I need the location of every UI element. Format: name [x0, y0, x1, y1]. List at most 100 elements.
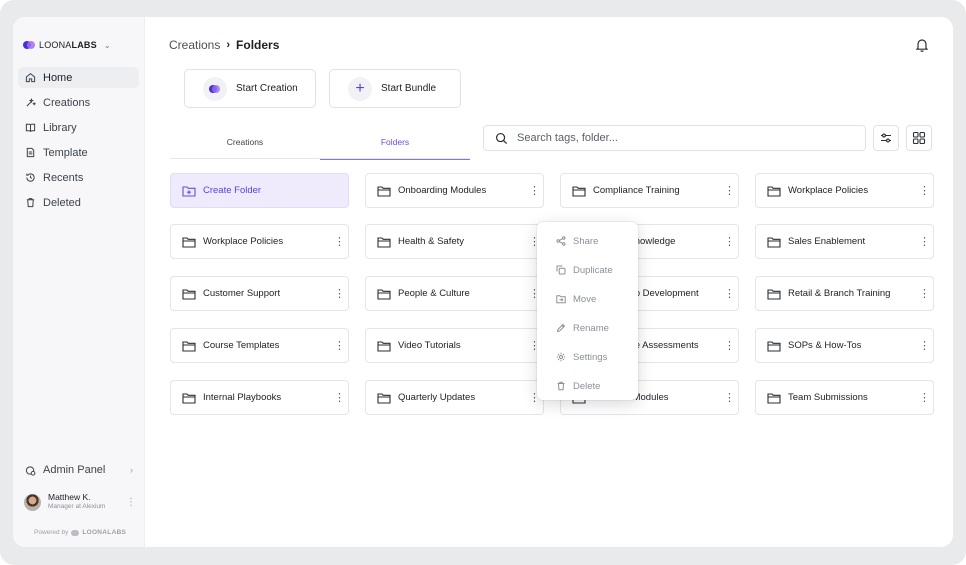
- more-vertical-icon[interactable]: ⋮: [919, 288, 930, 299]
- grid-view-button[interactable]: [906, 125, 932, 151]
- folder-card[interactable]: Video Tutorials ⋮: [365, 328, 544, 363]
- folder-name: Course Templates: [203, 340, 280, 351]
- more-vertical-icon[interactable]: ⋮: [334, 288, 345, 299]
- folder-card[interactable]: Compliance Training ⋮: [560, 173, 739, 208]
- breadcrumb-root[interactable]: Creations: [169, 38, 220, 52]
- grid-icon: [912, 131, 926, 145]
- logo-mark-icon: [23, 40, 35, 50]
- more-vertical-icon[interactable]: ⋮: [724, 392, 735, 403]
- tab-creations[interactable]: Creations: [170, 125, 320, 159]
- folder-icon: [182, 236, 196, 248]
- chevron-down-icon: ⌄: [103, 40, 111, 50]
- menu-item-label: Settings: [573, 351, 608, 363]
- more-vertical-icon[interactable]: ⋮: [529, 185, 540, 196]
- view-tabs: Creations Folders: [170, 125, 470, 160]
- more-vertical-icon[interactable]: ⋮: [724, 288, 735, 299]
- folder-name: Quarterly Updates: [398, 392, 476, 403]
- trash-icon: [557, 381, 565, 391]
- folder-card[interactable]: SOPs & How-Tos ⋮: [755, 328, 934, 363]
- brand-logo[interactable]: LOONALABS ⌄: [23, 39, 111, 51]
- folder-icon: [377, 236, 391, 248]
- folder-icon: [182, 340, 196, 352]
- more-vertical-icon[interactable]: ⋮: [529, 236, 540, 247]
- sidebar-nav: Home Creations Library Template Recents …: [18, 67, 139, 217]
- menu-item-label: Share: [573, 235, 599, 247]
- folder-icon: [377, 288, 391, 300]
- more-vertical-icon[interactable]: ⋮: [334, 236, 345, 247]
- sidebar-item-label: Template: [43, 146, 88, 159]
- create-folder-button[interactable]: Create Folder: [170, 173, 349, 208]
- more-vertical-icon[interactable]: ⋮: [334, 392, 345, 403]
- menu-item-rename[interactable]: Rename: [537, 318, 638, 338]
- folder-icon: [767, 392, 781, 404]
- folder-name: Workplace Policies: [203, 236, 284, 247]
- folder-card[interactable]: Customer Support ⋮: [170, 276, 349, 311]
- more-vertical-icon[interactable]: ⋮: [126, 497, 136, 508]
- more-vertical-icon[interactable]: ⋮: [919, 392, 930, 403]
- more-vertical-icon[interactable]: ⋮: [529, 340, 540, 351]
- more-vertical-icon[interactable]: ⋮: [919, 340, 930, 351]
- sidebar-item-recents[interactable]: Recents: [18, 167, 139, 188]
- menu-item-share[interactable]: Share: [537, 231, 638, 251]
- more-vertical-icon[interactable]: ⋮: [334, 340, 345, 351]
- folder-icon: [377, 392, 391, 404]
- menu-item-duplicate[interactable]: Duplicate: [537, 260, 638, 280]
- menu-item-label: Delete: [573, 380, 601, 392]
- pencil-icon: [556, 323, 566, 333]
- folder-name: Sales Enablement: [788, 236, 866, 247]
- folder-card[interactable]: Team Submissions ⋮: [755, 380, 934, 415]
- sidebar-item-label: Library: [43, 121, 77, 134]
- folder-card[interactable]: People & Culture ⋮: [365, 276, 544, 311]
- more-vertical-icon[interactable]: ⋮: [529, 392, 540, 403]
- folder-card[interactable]: Course Templates ⋮: [170, 328, 349, 363]
- folder-name: Internal Playbooks: [203, 392, 282, 403]
- sidebar-item-creations[interactable]: Creations: [18, 92, 139, 113]
- tab-folders[interactable]: Folders: [320, 125, 470, 160]
- sidebar-item-deleted[interactable]: Deleted: [18, 192, 139, 213]
- user-role: Manager at Alexium: [48, 503, 106, 510]
- sidebar-item-template[interactable]: Template: [18, 142, 139, 163]
- folder-card[interactable]: Retail & Branch Training ⋮: [755, 276, 934, 311]
- menu-item-label: Duplicate: [573, 264, 613, 276]
- start-bundle-label: Start Bundle: [381, 83, 437, 94]
- bell-icon[interactable]: [914, 37, 930, 53]
- start-creation-button[interactable]: Start Creation: [184, 69, 316, 108]
- folder-card[interactable]: Workplace Policies ⋮: [170, 224, 349, 259]
- sidebar-item-label: Creations: [43, 96, 91, 109]
- user-profile[interactable]: Matthew K. Manager at Alexium ⋮: [24, 491, 136, 513]
- sidebar-item-library[interactable]: Library: [18, 117, 139, 138]
- menu-item-settings[interactable]: Settings: [537, 347, 638, 367]
- folder-card[interactable]: Onboarding Modules ⋮: [365, 173, 544, 208]
- more-vertical-icon[interactable]: ⋮: [919, 185, 930, 196]
- start-creation-label: Start Creation: [236, 83, 298, 94]
- menu-item-move[interactable]: Move: [537, 289, 638, 309]
- folder-icon: [377, 185, 391, 197]
- filter-button[interactable]: [873, 125, 899, 151]
- search-icon: [495, 132, 508, 144]
- admin-gear-icon: [25, 465, 36, 476]
- more-vertical-icon[interactable]: ⋮: [724, 185, 735, 196]
- folder-card[interactable]: Quarterly Updates ⋮: [365, 380, 544, 415]
- sidebar-item-label: Home: [43, 71, 73, 84]
- folder-icon: [767, 185, 781, 197]
- share-icon: [556, 236, 566, 246]
- menu-item-delete[interactable]: Delete: [537, 376, 638, 396]
- start-bundle-button[interactable]: + Start Bundle: [329, 69, 461, 108]
- more-vertical-icon[interactable]: ⋮: [724, 340, 735, 351]
- more-vertical-icon[interactable]: ⋮: [529, 288, 540, 299]
- folder-name: Retail & Branch Training: [788, 288, 891, 299]
- admin-panel-link[interactable]: Admin Panel ›: [25, 463, 133, 477]
- app-window: LOONALABS ⌄ Home Creations Library Templ…: [13, 17, 953, 547]
- folder-card[interactable]: Health & Safety ⋮: [365, 224, 544, 259]
- wand-icon: [26, 97, 36, 107]
- folder-name: Health & Safety: [398, 236, 465, 247]
- more-vertical-icon[interactable]: ⋮: [919, 236, 930, 247]
- sidebar-item-home[interactable]: Home: [18, 67, 139, 88]
- folder-card[interactable]: Sales Enablement ⋮: [755, 224, 934, 259]
- search-input[interactable]: [517, 132, 837, 144]
- more-vertical-icon[interactable]: ⋮: [724, 236, 735, 247]
- menu-item-label: Move: [573, 293, 597, 305]
- breadcrumb-current: Folders: [236, 38, 280, 52]
- folder-card[interactable]: Workplace Policies ⋮: [755, 173, 934, 208]
- folder-card[interactable]: Internal Playbooks ⋮: [170, 380, 349, 415]
